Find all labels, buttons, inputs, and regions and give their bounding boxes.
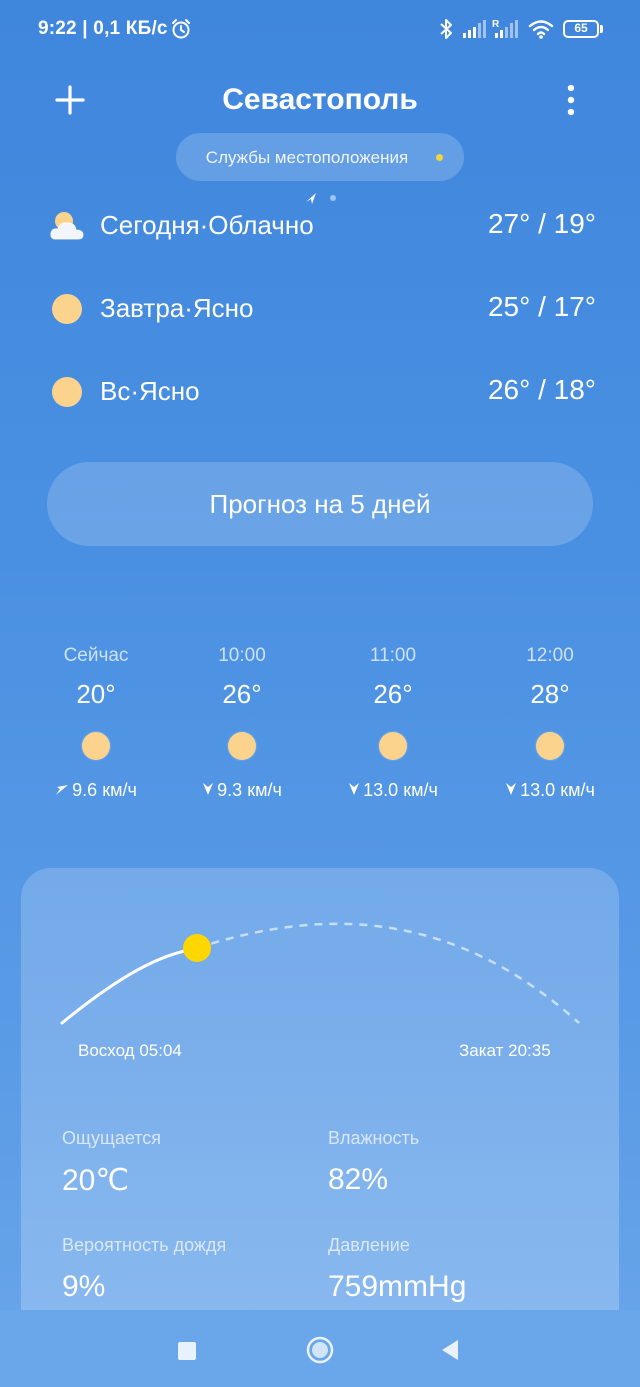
daily-row-tomorrow[interactable]: Завтра·Ясно 25° / 17°	[48, 283, 596, 333]
city-title: Севастополь	[222, 83, 418, 116]
hourly-wind: 9.6 км/ч	[21, 780, 171, 801]
battery-tip	[600, 25, 603, 33]
sun-icon	[536, 732, 564, 760]
hourly-wind: 9.3 км/ч	[167, 780, 317, 801]
rain-chance-value: 9%	[62, 1270, 106, 1303]
sun-icon	[52, 377, 82, 407]
humidity-value: 82%	[328, 1163, 389, 1196]
daily-label: Сегодня·Облачно	[100, 210, 314, 240]
alarm-icon	[172, 19, 190, 39]
location-services-label: Службы местоположения	[205, 148, 409, 167]
wind-direction-south-icon	[203, 783, 214, 795]
hourly-time: 11:00	[369, 645, 417, 666]
daily-row-sunday[interactable]: Вс·Ясно 26° / 18°	[48, 366, 596, 416]
roaming-signal-icon: R	[492, 19, 518, 38]
partly-cloudy-icon	[50, 212, 84, 240]
hourly-wind: 13.0 км/ч	[318, 780, 468, 801]
status-bar: 9:22 | 0,1 КБ/с R 65	[0, 0, 640, 60]
add-city-button[interactable]	[50, 80, 90, 120]
hourly-item: 11:00 26° 13.0 км/ч	[318, 645, 468, 801]
sun-path-arc	[60, 922, 580, 1025]
battery-icon: 65	[563, 20, 599, 38]
five-day-forecast-button[interactable]: Прогноз на 5 дней	[47, 462, 593, 546]
battery-level: 65	[574, 21, 588, 35]
rain-chance-metric: Вероятность дождя 9%	[62, 1235, 226, 1304]
five-day-forecast-label: Прогноз на 5 дней	[209, 489, 431, 519]
sun-icon	[82, 732, 110, 760]
hourly-temp: 20°	[76, 679, 116, 709]
hourly-item: Сейчас 20° 9.6 км/ч	[21, 645, 171, 801]
recent-apps-button[interactable]	[178, 1342, 196, 1360]
feels-like-metric: Ощущается 20℃	[62, 1128, 161, 1198]
rain-chance-label: Вероятность дождя	[62, 1235, 227, 1255]
home-button[interactable]	[306, 1336, 334, 1364]
pressure-value: 759mmHg	[328, 1270, 467, 1303]
daily-label: Завтра·Ясно	[100, 293, 254, 323]
status-time: 9:22 | 0,1 КБ/с	[38, 18, 168, 39]
details-card: Восход 05:04 Закат 20:35 Ощущается 20℃ В…	[21, 868, 619, 1328]
sunrise-label: Восход 05:04	[78, 1041, 182, 1060]
hourly-temp: 28°	[530, 679, 570, 709]
hourly-temp: 26°	[222, 679, 262, 709]
daily-row-today[interactable]: Сегодня·Облачно 27° / 19°	[48, 200, 596, 250]
hourly-wind: 13.0 км/ч	[475, 780, 625, 801]
hourly-item: 10:00 26° 9.3 км/ч	[167, 645, 317, 801]
hourly-time: 12:00	[526, 645, 574, 666]
wifi-icon	[528, 20, 554, 39]
feels-like-value: 20℃	[62, 1164, 130, 1197]
hourly-time: Сейчас	[63, 645, 129, 666]
location-services-button[interactable]: Службы местоположения	[176, 133, 464, 181]
hourly-time: 10:00	[218, 645, 266, 666]
daily-temp: 27° / 19°	[487, 208, 596, 239]
hourly-wind-speed: 9.6 км/ч	[72, 780, 137, 800]
sun-icon	[228, 732, 256, 760]
pressure-metric: Давление 759mmHg	[328, 1235, 466, 1304]
feels-like-label: Ощущается	[62, 1128, 162, 1148]
daily-temp: 25° / 17°	[487, 291, 596, 322]
wind-direction-south-icon	[349, 783, 360, 795]
hourly-temp: 26°	[373, 679, 413, 709]
sunset-label: Закат 20:35	[459, 1041, 551, 1060]
humidity-label: Влажность	[328, 1128, 420, 1148]
hourly-wind-speed: 9.3 км/ч	[217, 780, 282, 800]
sun-position-icon	[183, 934, 211, 962]
wind-direction-northeast-icon	[56, 785, 69, 795]
hourly-item: 12:00 28° 13.0 км/ч	[475, 645, 625, 801]
wind-direction-south-icon	[506, 783, 517, 795]
sun-path-elapsed	[60, 946, 199, 1025]
daily-label: Вс·Ясно	[100, 376, 200, 406]
back-button[interactable]	[440, 1338, 460, 1362]
hourly-wind-speed: 13.0 км/ч	[520, 780, 595, 800]
navigation-bar	[0, 1310, 640, 1387]
sun-icon	[52, 294, 82, 324]
sun-path-remaining	[196, 922, 580, 1024]
sun-icon	[379, 732, 407, 760]
daily-temp: 26° / 18°	[487, 374, 596, 405]
location-status-dot	[436, 154, 443, 161]
more-options-button[interactable]	[555, 82, 587, 118]
humidity-metric: Влажность 82%	[328, 1128, 419, 1197]
svg-text:R: R	[492, 19, 500, 30]
pressure-label: Давление	[328, 1235, 410, 1255]
signal-icon	[463, 20, 486, 38]
bluetooth-icon	[440, 19, 452, 39]
hourly-wind-speed: 13.0 км/ч	[363, 780, 438, 800]
